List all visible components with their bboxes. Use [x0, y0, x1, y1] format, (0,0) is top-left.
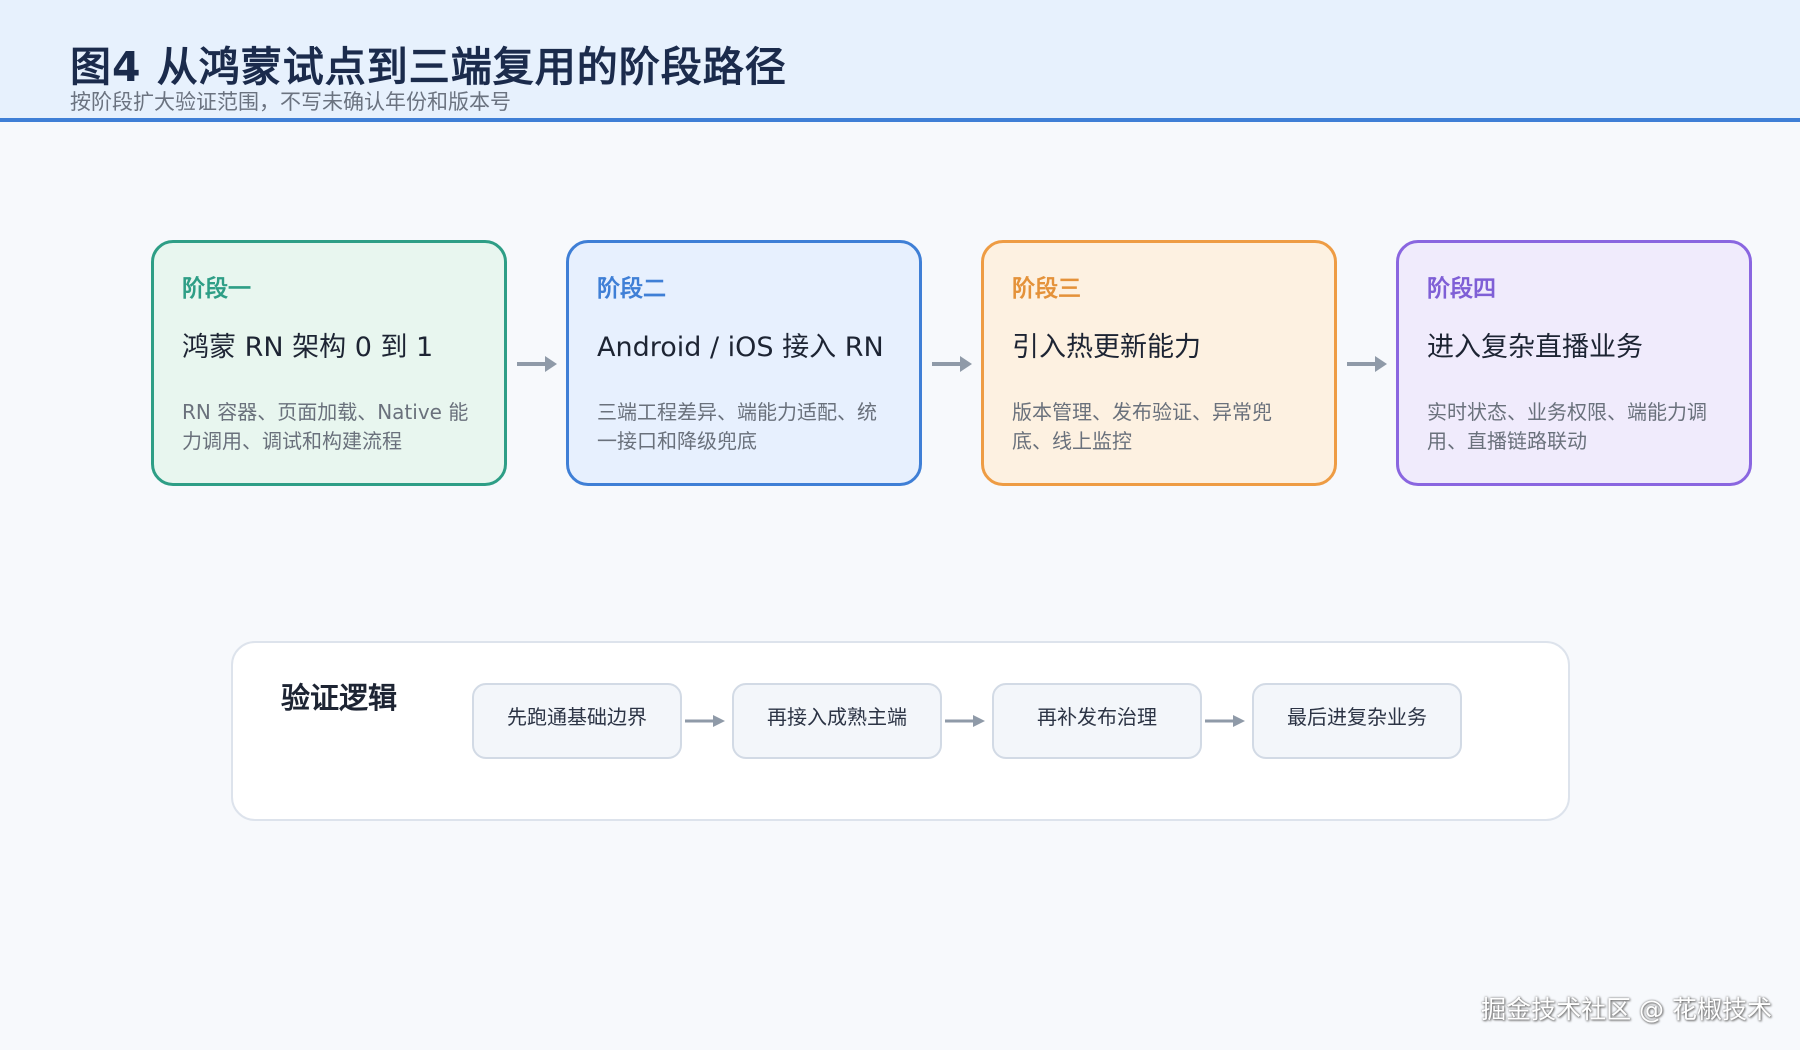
validation-logic-panel: 验证逻辑 先跑通基础边界 再接入成熟主端 再补发布治理 最后进复杂业务 — [231, 641, 1570, 821]
arrow-right-icon — [945, 715, 985, 727]
arrow-right-icon — [932, 356, 972, 372]
stage-label: 阶段一 — [182, 276, 251, 302]
page-title: 图4 从鸿蒙试点到三端复用的阶段路径 — [70, 43, 787, 91]
logic-step-4: 最后进复杂业务 — [1252, 683, 1462, 759]
logic-step-3: 再补发布治理 — [992, 683, 1202, 759]
stage-description: RN 容器、页面加载、Native 能力调用、调试和构建流程 — [182, 400, 469, 453]
header-band: 图4 从鸿蒙试点到三端复用的阶段路径 按阶段扩大验证范围，不写未确认年份和版本号 — [0, 0, 1800, 122]
stage-label: 阶段二 — [597, 276, 666, 302]
stage-title: 鸿蒙 RN 架构 0 到 1 — [182, 332, 434, 363]
arrow-right-icon — [685, 715, 725, 727]
page-subtitle: 按阶段扩大验证范围，不写未确认年份和版本号 — [70, 90, 511, 114]
stage-card-3: 阶段三 引入热更新能力 版本管理、发布验证、异常兜底、线上监控 — [981, 240, 1337, 486]
arrow-right-icon — [1347, 356, 1387, 372]
stage-card-2: 阶段二 Android / iOS 接入 RN 三端工程差异、端能力适配、统一接… — [566, 240, 922, 486]
logic-heading: 验证逻辑 — [281, 681, 398, 715]
stage-title: 进入复杂直播业务 — [1427, 332, 1643, 363]
watermark: 掘金技术社区 @ 花椒技术 — [1481, 995, 1772, 1024]
arrow-right-icon — [1205, 715, 1245, 727]
stage-label: 阶段四 — [1427, 276, 1496, 302]
stage-card-1: 阶段一 鸿蒙 RN 架构 0 到 1 RN 容器、页面加载、Native 能力调… — [151, 240, 507, 486]
logic-step-2: 再接入成熟主端 — [732, 683, 942, 759]
stage-description: 实时状态、业务权限、端能力调用、直播链路联动 — [1427, 400, 1707, 453]
stage-description: 版本管理、发布验证、异常兜底、线上监控 — [1012, 400, 1272, 453]
stage-description: 三端工程差异、端能力适配、统一接口和降级兜底 — [597, 400, 877, 453]
stage-card-4: 阶段四 进入复杂直播业务 实时状态、业务权限、端能力调用、直播链路联动 — [1396, 240, 1752, 486]
arrow-right-icon — [517, 356, 557, 372]
stage-title: 引入热更新能力 — [1012, 332, 1201, 363]
stage-title: Android / iOS 接入 RN — [597, 332, 884, 363]
logic-step-1: 先跑通基础边界 — [472, 683, 682, 759]
diagram-page: 图4 从鸿蒙试点到三端复用的阶段路径 按阶段扩大验证范围，不写未确认年份和版本号… — [0, 0, 1800, 1050]
stage-label: 阶段三 — [1012, 276, 1081, 302]
